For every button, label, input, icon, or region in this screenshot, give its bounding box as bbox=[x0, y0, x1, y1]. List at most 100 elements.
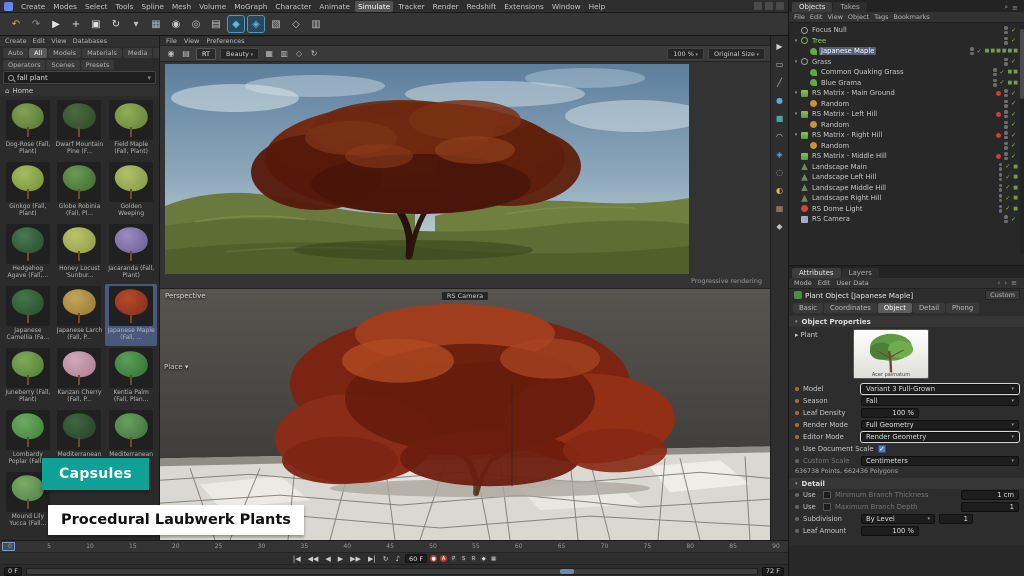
snapshot-icon[interactable]: ◉ bbox=[165, 48, 177, 60]
keyframe-rotation-button[interactable]: R bbox=[470, 555, 477, 562]
visibility-dots[interactable] bbox=[1004, 26, 1008, 34]
keyframe-position-button[interactable]: P bbox=[450, 555, 457, 562]
playhead-marker[interactable] bbox=[2, 542, 15, 551]
menu-item[interactable]: Character bbox=[272, 1, 314, 12]
attribute-menu-item[interactable]: User Data bbox=[836, 279, 868, 287]
anim-dot-icon[interactable] bbox=[795, 493, 799, 497]
zoom-dropdown[interactable]: 100 % bbox=[667, 48, 704, 60]
asset-item[interactable]: Japanese Maple (Fall, ... bbox=[105, 284, 157, 346]
anim-dot-icon[interactable] bbox=[795, 459, 799, 463]
perspective-viewport[interactable]: Perspective RS Camera Place ▾ bbox=[160, 288, 770, 540]
subdivision-level-input[interactable]: 1 bbox=[939, 514, 973, 524]
material-chips[interactable]: ■ bbox=[1013, 185, 1019, 191]
enable-check-icon[interactable]: ✓ bbox=[1000, 69, 1005, 76]
menu-item[interactable]: Tools bbox=[112, 1, 136, 12]
anim-dot-icon[interactable] bbox=[795, 423, 799, 427]
object-row[interactable]: ▾ Grass ✓ bbox=[789, 57, 1019, 68]
use-document-scale-checkbox[interactable] bbox=[878, 445, 886, 453]
range-start-field[interactable]: 0 F bbox=[4, 567, 22, 576]
object-name[interactable]: RS Matrix - Middle Hill bbox=[810, 152, 889, 160]
visibility-dots[interactable] bbox=[993, 79, 997, 87]
camera-tool-icon[interactable]: ▦ bbox=[773, 202, 786, 215]
visibility-dots[interactable] bbox=[1004, 89, 1008, 97]
om-menu-item[interactable]: Tags bbox=[874, 13, 888, 21]
menu-item[interactable]: Window bbox=[549, 1, 584, 12]
attribute-tab[interactable]: Phong bbox=[946, 303, 979, 313]
expand-arrow-icon[interactable]: ▾ bbox=[793, 59, 799, 65]
object-row[interactable]: Random ✓ bbox=[789, 120, 1019, 131]
cloner-icon[interactable]: ◈ bbox=[773, 148, 786, 161]
redo-icon[interactable]: ↷ bbox=[28, 16, 44, 32]
history-forward-icon[interactable]: › bbox=[1004, 279, 1007, 287]
object-name[interactable]: RS Camera bbox=[810, 215, 852, 223]
render-menu-item[interactable]: View bbox=[184, 37, 199, 45]
max-branch-input[interactable]: 1 bbox=[961, 502, 1019, 512]
pixel-inspect-icon[interactable]: ◇ bbox=[293, 48, 305, 60]
move-tool-icon[interactable]: + bbox=[68, 16, 84, 32]
range-end-field[interactable]: 72 F bbox=[762, 567, 784, 576]
history-back-icon[interactable]: ‹ bbox=[998, 279, 1001, 287]
menu-item[interactable]: Volume bbox=[196, 1, 229, 12]
anim-dot-icon[interactable] bbox=[795, 387, 799, 391]
asset-menu-item[interactable]: Edit bbox=[33, 37, 46, 45]
asset-item[interactable]: Field Maple (Fall, Plant) bbox=[105, 98, 157, 160]
layout-icon[interactable] bbox=[765, 2, 773, 10]
enable-check-icon[interactable]: ✓ bbox=[1005, 195, 1010, 202]
asset-menu-item[interactable]: Databases bbox=[73, 37, 107, 45]
render-canvas[interactable] bbox=[165, 64, 689, 274]
om-menu-icon[interactable]: ≡ bbox=[1012, 4, 1018, 12]
render-settings-icon[interactable]: ▤ bbox=[208, 16, 224, 32]
asset-item[interactable]: Honey Locust 'Sunbur... bbox=[54, 222, 106, 284]
asset-item[interactable]: Ginkgo (Fall, Plant) bbox=[2, 160, 54, 222]
anim-dot-icon[interactable] bbox=[795, 529, 799, 533]
object-name[interactable]: Random bbox=[819, 100, 851, 108]
rt-toggle-button[interactable]: RT bbox=[196, 48, 216, 60]
custom-button[interactable]: Custom bbox=[985, 290, 1020, 300]
object-name[interactable]: Japanese Maple bbox=[819, 47, 876, 55]
redshift-tag-icon[interactable] bbox=[996, 133, 1001, 138]
om-menu-item[interactable]: File bbox=[794, 13, 805, 21]
visibility-dots[interactable] bbox=[1004, 131, 1008, 139]
last-tool-icon[interactable]: ▾ bbox=[128, 16, 144, 32]
asset-tab[interactable]: Models bbox=[48, 48, 81, 58]
enable-check-icon[interactable]: ✓ bbox=[1011, 142, 1016, 149]
attribute-tab[interactable]: Basic bbox=[793, 303, 823, 313]
object-row[interactable]: Random ✓ bbox=[789, 141, 1019, 152]
keyframe-scale-button[interactable]: S bbox=[460, 555, 467, 562]
camera-label[interactable]: RS Camera bbox=[441, 291, 489, 301]
record-button[interactable]: ● bbox=[430, 555, 437, 562]
material-chips[interactable]: ■■ bbox=[1008, 69, 1019, 75]
section-detail[interactable]: Detail bbox=[789, 478, 1024, 489]
om-menu-item[interactable]: Edit bbox=[810, 13, 823, 21]
object-row[interactable]: RS Matrix - Middle Hill ✓ bbox=[789, 151, 1019, 162]
visibility-dots[interactable] bbox=[1004, 142, 1008, 150]
asset-item[interactable]: Dwarf Mountain Pine (F... bbox=[54, 98, 106, 160]
goto-start-button[interactable]: |◀ bbox=[291, 555, 303, 563]
expand-arrow-icon[interactable]: ▾ bbox=[793, 38, 799, 44]
app-logo-icon[interactable] bbox=[4, 2, 13, 11]
visibility-dots[interactable] bbox=[999, 205, 1003, 213]
asset-item[interactable]: Dog-Rose (Fall, Plant) bbox=[2, 98, 54, 160]
sound-button[interactable]: ♪ bbox=[394, 555, 402, 563]
menu-item[interactable]: Render bbox=[430, 1, 462, 12]
ab-compare-icon[interactable]: ▤ bbox=[180, 48, 192, 60]
object-row[interactable]: ▾ RS Matrix - Left Hill ✓ bbox=[789, 109, 1019, 120]
range-thumb[interactable] bbox=[560, 569, 574, 574]
subdivision-dropdown[interactable]: By Level bbox=[861, 514, 935, 524]
workplane-icon[interactable]: ▥ bbox=[308, 16, 324, 32]
object-manager-tab[interactable]: Objects bbox=[792, 2, 832, 12]
enable-check-icon[interactable]: ✓ bbox=[1011, 153, 1016, 160]
asset-item[interactable]: Kentia Palm (Fall, Plan... bbox=[105, 346, 157, 408]
menu-item[interactable]: Mesh bbox=[169, 1, 194, 12]
asset-item[interactable]: Golden Weeping Willo... bbox=[105, 160, 157, 222]
render-picture-viewer-icon[interactable]: ◎ bbox=[188, 16, 204, 32]
asset-tab[interactable]: Auto bbox=[3, 48, 28, 58]
asset-menu-item[interactable]: Create bbox=[5, 37, 27, 45]
keyframe-pla-button[interactable]: ▦ bbox=[490, 555, 497, 562]
anim-dot-icon[interactable] bbox=[795, 517, 799, 521]
menu-item[interactable]: Extensions bbox=[501, 1, 547, 12]
asset-menu-item[interactable]: View bbox=[51, 37, 66, 45]
expand-arrow-icon[interactable]: ▾ bbox=[793, 90, 799, 96]
asset-tab[interactable]: Nodes bbox=[153, 48, 160, 58]
leaf-density-input[interactable]: 100 % bbox=[861, 408, 919, 418]
